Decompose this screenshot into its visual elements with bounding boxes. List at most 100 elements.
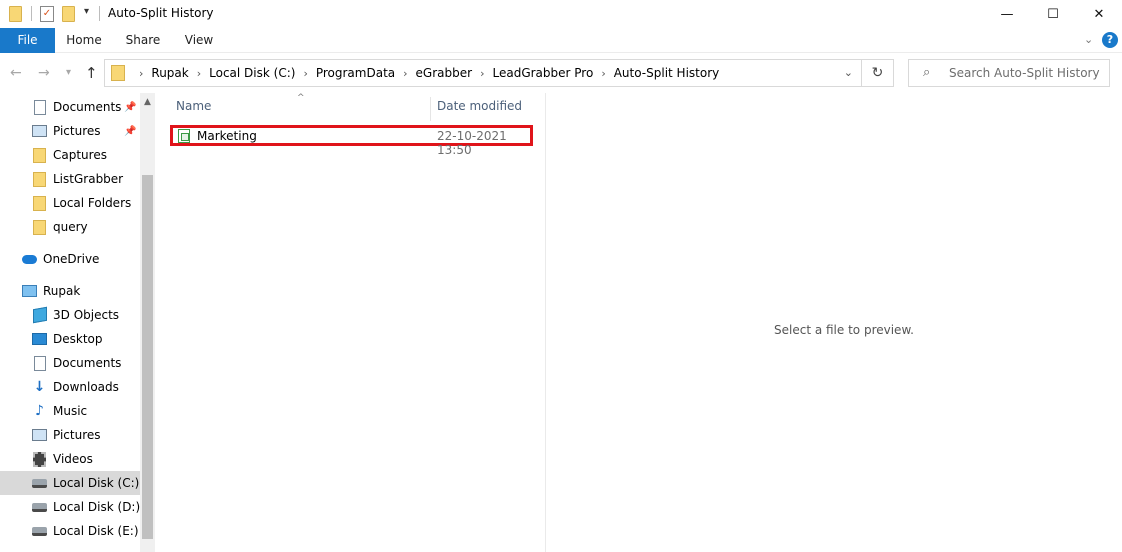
search-icon: ⌕ [923, 65, 931, 80]
sidebar-item-pictures-quick[interactable]: Pictures 📌 [0, 119, 140, 143]
folder-icon [32, 147, 47, 163]
folder-icon [32, 171, 47, 187]
downloads-icon: ↓ [33, 379, 46, 395]
minimize-button[interactable]: — [984, 0, 1030, 28]
refresh-button[interactable]: ↻ [862, 59, 894, 87]
onedrive-icon [22, 252, 37, 267]
chevron-right-icon[interactable]: › [480, 67, 484, 80]
sidebar-item-label: Rupak [43, 284, 81, 298]
sidebar-item-local-disk-e[interactable]: Local Disk (E:) [0, 519, 140, 543]
sidebar-item-label: Downloads [53, 380, 119, 394]
separator [31, 6, 32, 21]
sidebar-item-local-disk-d[interactable]: Local Disk (D:) [0, 495, 140, 519]
new-folder-icon[interactable] [62, 6, 75, 22]
title-bar: ✓ ▾ Auto-Split History — ☐ ✕ [0, 0, 1122, 28]
sidebar-item-downloads[interactable]: ↓ Downloads [0, 375, 140, 399]
chevron-right-icon[interactable]: › [403, 67, 407, 80]
sidebar-item-captures[interactable]: Captures [0, 143, 140, 167]
forward-arrow-icon[interactable]: → [38, 65, 50, 81]
tab-file[interactable]: File [0, 28, 55, 53]
breadcrumb-item[interactable]: LeadGrabber Pro [492, 66, 593, 80]
window-title: Auto-Split History [108, 6, 214, 20]
navigation-bar: ← → ▾ ↑ › Rupak › Local Disk (C:) › Prog… [0, 53, 1122, 93]
pin-icon: 📌 [124, 125, 137, 137]
tab-share[interactable]: Share [118, 28, 168, 53]
sidebar-item-label: Desktop [53, 332, 103, 346]
desktop-icon [32, 332, 47, 347]
up-arrow-icon[interactable]: ↑ [85, 64, 98, 82]
help-icon[interactable]: ? [1102, 32, 1118, 48]
sidebar-item-label: ListGrabber [53, 172, 124, 186]
column-divider[interactable] [430, 97, 431, 121]
sidebar-item-label: Pictures [53, 124, 101, 138]
preview-message: Select a file to preview. [774, 323, 914, 337]
drive-icon [32, 500, 47, 515]
sidebar-item-query[interactable]: query [0, 215, 140, 239]
pictures-icon [32, 428, 47, 443]
sidebar-item-label: Local Disk (D:) [53, 500, 141, 514]
scroll-up-icon[interactable]: ▲ [140, 97, 155, 107]
sidebar-item-label: Local Folders [53, 196, 132, 210]
spreadsheet-file-icon [178, 129, 190, 143]
drive-icon [32, 476, 47, 491]
sidebar-item-documents-quick[interactable]: Documents 📌 [0, 95, 140, 119]
chevron-right-icon[interactable]: › [303, 67, 307, 80]
sidebar-item-label: Documents [53, 356, 122, 370]
sidebar-item-label: 3D Objects [53, 308, 120, 322]
recent-locations-chevron-icon[interactable]: ▾ [66, 67, 71, 78]
tab-home[interactable]: Home [60, 28, 108, 53]
music-icon: ♪ [35, 403, 44, 419]
address-bar[interactable]: › Rupak › Local Disk (C:) › ProgramData … [104, 59, 862, 87]
breadcrumb-item[interactable]: ProgramData [316, 66, 395, 80]
file-name: Marketing [197, 129, 257, 143]
breadcrumb-item[interactable]: Auto-Split History [614, 66, 720, 80]
sidebar-item-onedrive[interactable]: OneDrive [0, 247, 140, 271]
tab-view[interactable]: View [176, 28, 222, 53]
column-header-date-modified[interactable]: Date modified [437, 99, 522, 113]
properties-icon[interactable]: ✓ [40, 6, 54, 22]
sidebar-item-label: Local Disk (C:) [53, 476, 140, 490]
scrollbar-thumb[interactable] [142, 175, 153, 539]
sidebar-item-local-disk-c[interactable]: Local Disk (C:) [0, 471, 140, 495]
separator [99, 6, 100, 21]
sidebar-item-label: Captures [53, 148, 107, 162]
file-row[interactable]: Marketing 22-10-2021 13:50 [170, 125, 533, 157]
ribbon: File Home Share View ⌄ ? [0, 28, 1122, 53]
close-button[interactable]: ✕ [1076, 0, 1122, 28]
sidebar-item-pictures[interactable]: Pictures [0, 423, 140, 447]
search-input[interactable]: ⌕ Search Auto-Split History [908, 59, 1110, 87]
maximize-button[interactable]: ☐ [1030, 0, 1076, 28]
breadcrumb-item[interactable]: eGrabber [416, 66, 473, 80]
sidebar-item-music[interactable]: ♪ Music [0, 399, 140, 423]
breadcrumb-item[interactable]: Local Disk (C:) [209, 66, 295, 80]
breadcrumb: › Rupak › Local Disk (C:) › ProgramData … [131, 66, 719, 80]
chevron-right-icon[interactable]: › [197, 67, 201, 80]
folder-icon [111, 65, 125, 81]
chevron-right-icon[interactable]: › [139, 67, 143, 80]
folder-icon [32, 195, 47, 211]
sidebar-item-documents[interactable]: Documents [0, 351, 140, 375]
expand-ribbon-icon[interactable]: ⌄ [1084, 33, 1093, 46]
sidebar-item-label: Music [53, 404, 88, 418]
sidebar-item-desktop[interactable]: Desktop [0, 327, 140, 351]
sidebar-item-3d-objects[interactable]: 3D Objects [0, 303, 140, 327]
chevron-down-icon[interactable]: ▾ [84, 6, 89, 17]
3d-objects-icon [32, 306, 47, 324]
this-pc-icon [22, 284, 37, 299]
documents-icon [32, 355, 47, 371]
sidebar-item-videos[interactable]: Videos [0, 447, 140, 471]
folder-icon [9, 6, 22, 22]
chevron-down-icon[interactable]: ⌄ [844, 66, 853, 79]
sidebar-item-local-folders[interactable]: Local Folders [0, 191, 140, 215]
sidebar-item-this-pc[interactable]: Rupak [0, 279, 140, 303]
column-header-name[interactable]: Name [176, 99, 211, 113]
back-arrow-icon[interactable]: ← [10, 65, 22, 81]
sidebar-item-label: Local Disk (E:) [53, 524, 139, 538]
pictures-icon [32, 124, 47, 139]
sidebar-item-label: Documents [53, 100, 122, 114]
breadcrumb-item[interactable]: Rupak [151, 66, 188, 80]
chevron-right-icon[interactable]: › [601, 67, 605, 80]
sidebar-item-listgrabber[interactable]: ListGrabber [0, 167, 140, 191]
videos-icon [32, 451, 47, 467]
sidebar-item-label: OneDrive [43, 252, 100, 266]
